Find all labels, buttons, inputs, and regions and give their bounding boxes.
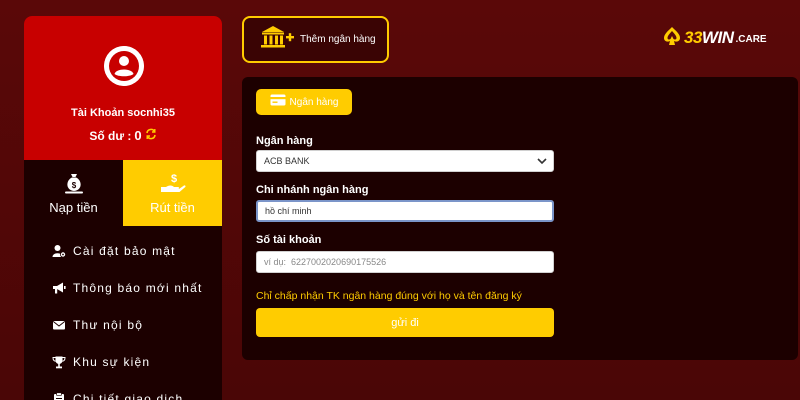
- bank-field-label: Ngân hàng: [256, 135, 313, 147]
- trophy-icon: [52, 355, 66, 369]
- add-bank-button[interactable]: Thêm ngân hàng: [242, 16, 389, 63]
- bank-select-value: ACB BANK: [264, 156, 310, 166]
- account-name: Tài Khoản socnhi35: [71, 107, 175, 119]
- balance-label: Số dư :: [89, 128, 132, 143]
- svg-text:$: $: [71, 181, 76, 190]
- sidebar: Tài Khoản socnhi35 Số dư : 0 $ Nạp tiền …: [24, 16, 222, 400]
- balance-value: 0: [134, 128, 142, 143]
- notice-text: Chỉ chấp nhận TK ngân hàng đúng với họ v…: [256, 290, 522, 302]
- branch-field-label: Chi nhánh ngân hàng: [256, 184, 369, 196]
- chevron-down-icon: [537, 157, 547, 165]
- sidebar-item-transactions[interactable]: Chi tiết giao dịch: [24, 380, 222, 400]
- bank-tab-chip[interactable]: Ngân hàng: [256, 89, 352, 115]
- money-bag-icon: $: [63, 172, 85, 194]
- hand-dollar-icon: $: [160, 172, 186, 194]
- sidebar-item-security[interactable]: Cài đặt bảo mật: [24, 232, 222, 269]
- svg-text:$: $: [170, 173, 176, 185]
- user-gear-icon: [52, 244, 66, 258]
- spade-crown-icon: [662, 26, 682, 51]
- bank-chip-label: Ngân hàng: [289, 96, 339, 108]
- tab-withdraw-label: Rút tiền: [150, 199, 195, 215]
- add-bank-label: Thêm ngân hàng: [300, 34, 376, 45]
- balance-row: Số dư : 0: [24, 128, 222, 143]
- logo-suffix: .CARE: [735, 34, 767, 45]
- branch-input[interactable]: [256, 200, 554, 222]
- bank-select[interactable]: ACB BANK: [256, 150, 554, 172]
- tab-deposit-label: Nạp tiền: [49, 199, 98, 215]
- sidebar-item-label: Thông báo mới nhất: [73, 280, 203, 295]
- sidebar-item-inbox[interactable]: Thư nội bộ: [24, 306, 222, 343]
- sidebar-item-label: Chi tiết giao dịch: [73, 391, 184, 400]
- card-icon: [270, 93, 286, 111]
- wallet-tabs: $ Nạp tiền $ Rút tiền: [24, 160, 222, 226]
- avatar-icon[interactable]: [104, 46, 144, 86]
- bank-plus-icon: [260, 24, 294, 55]
- sidebar-item-label: Khu sự kiện: [73, 354, 151, 369]
- submit-button[interactable]: gửi đi: [256, 308, 554, 337]
- profile-card: Tài Khoản socnhi35 Số dư : 0: [24, 16, 222, 160]
- site-logo[interactable]: 33WIN .CARE: [662, 26, 767, 50]
- sidebar-item-label: Thư nội bộ: [73, 317, 144, 332]
- sidebar-item-label: Cài đặt bảo mật: [73, 243, 176, 258]
- clipboard-icon: [52, 391, 66, 400]
- account-number-label: Số tài khoản: [256, 234, 322, 246]
- withdraw-form-panel: Ngân hàng Ngân hàng ACB BANK Chi nhánh n…: [242, 77, 798, 360]
- megaphone-icon: [52, 281, 66, 295]
- envelope-icon: [52, 318, 66, 332]
- refresh-icon[interactable]: [145, 128, 157, 143]
- tab-withdraw[interactable]: $ Rút tiền: [123, 160, 222, 226]
- logo-brand: 33WIN: [684, 28, 734, 47]
- sidebar-menu: Cài đặt bảo mật Thông báo mới nhất Thư n…: [24, 226, 222, 400]
- account-number-input[interactable]: [256, 251, 554, 273]
- tab-deposit[interactable]: $ Nạp tiền: [24, 160, 123, 226]
- sidebar-item-notifications[interactable]: Thông báo mới nhất: [24, 269, 222, 306]
- sidebar-item-events[interactable]: Khu sự kiện: [24, 343, 222, 380]
